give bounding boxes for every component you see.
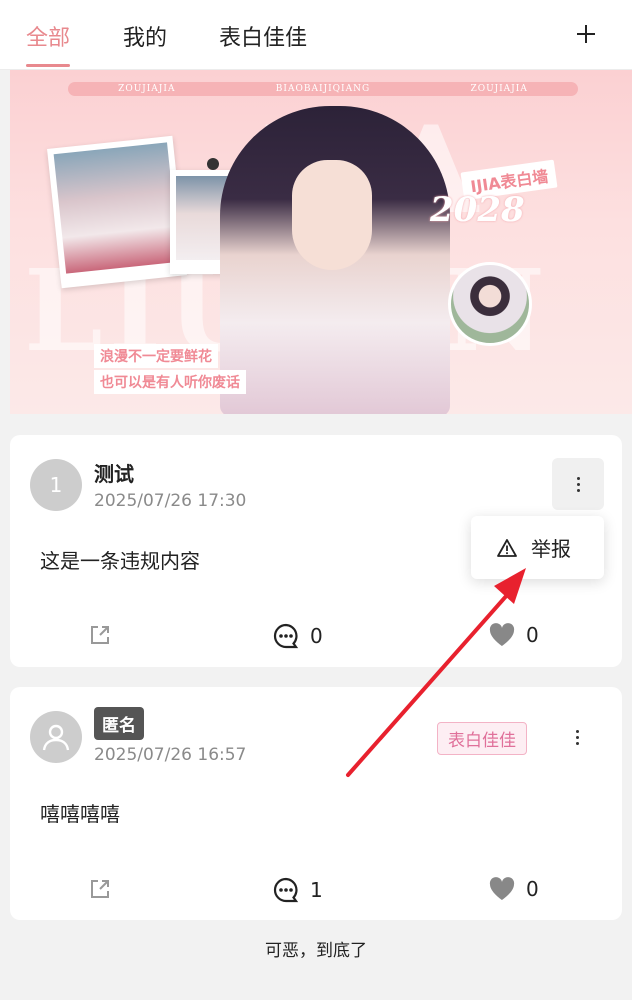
share-icon: [91, 626, 109, 644]
banner-strip-text: BIAOBAIJIQIANG: [275, 84, 371, 94]
top-tab-bar: 全部 我的 表白佳佳: [0, 0, 632, 70]
like-count: 0: [526, 623, 539, 647]
anonymous-badge: 匿名: [94, 707, 144, 740]
add-post-button[interactable]: [570, 18, 602, 50]
like-button[interactable]: 0: [488, 622, 539, 648]
report-menu-item[interactable]: 举报: [471, 516, 604, 579]
heart-icon: [489, 877, 515, 900]
post-time: 2025/07/26 16:57: [94, 745, 247, 765]
more-options-button[interactable]: [552, 458, 604, 510]
active-tab-indicator: [26, 64, 70, 67]
banner-strip: ZOUJIAJIA BIAOBAIJIQIANG ZOUJIAJIA: [68, 82, 578, 96]
tab-mine[interactable]: 我的: [123, 20, 167, 52]
more-vertical-icon: [576, 476, 580, 492]
banner-main-face: [292, 160, 372, 270]
comment-count: 0: [310, 624, 323, 648]
like-count: 0: [526, 877, 539, 901]
comment-icon: [273, 623, 299, 649]
end-of-list-text: 可恶，到底了: [265, 941, 367, 961]
banner-slogan-1: 浪漫不一定要鲜花: [94, 344, 218, 368]
report-label: 举报: [531, 537, 571, 561]
comment-button[interactable]: 0: [272, 622, 323, 650]
post-card: 匿名 2025/07/26 16:57 表白佳佳 嘻嘻嘻嘻 1 0: [10, 687, 622, 920]
pin-icon: [207, 158, 219, 170]
comment-button[interactable]: 1: [272, 876, 323, 904]
avatar[interactable]: [30, 711, 82, 763]
more-options-button[interactable]: [551, 711, 603, 763]
banner-photo-1: [47, 135, 187, 289]
tab-all[interactable]: 全部: [26, 20, 70, 52]
banner-slogan-2: 也可以是有人听你废话: [94, 370, 246, 394]
comment-icon: [273, 877, 299, 903]
post-content: 嘻嘻嘻嘻: [40, 802, 120, 826]
like-button[interactable]: 0: [488, 876, 539, 902]
post-author: 测试: [94, 462, 134, 486]
avatar[interactable]: 1: [30, 459, 82, 511]
tab-biaobai-jiajia[interactable]: 表白佳佳: [219, 20, 307, 52]
heart-icon: [489, 623, 515, 646]
topic-tag[interactable]: 表白佳佳: [437, 722, 527, 755]
user-icon: [42, 724, 70, 751]
banner-strip-text: ZOUJIAJIA: [118, 84, 176, 94]
banner-year: 2028: [430, 190, 525, 230]
banner: ZOUJIAJIA BIAOBAIJIQIANG ZOUJIAJIA JIA L…: [10, 70, 632, 414]
more-vertical-icon: [575, 729, 579, 745]
warning-icon: [497, 538, 517, 557]
share-icon: [91, 880, 109, 898]
banner-circle-photo: [448, 262, 532, 346]
banner-strip-text: ZOUJIAJIA: [470, 84, 528, 94]
share-button[interactable]: [88, 877, 112, 901]
post-time: 2025/07/26 17:30: [94, 491, 247, 511]
comment-count: 1: [310, 878, 323, 902]
share-button[interactable]: [88, 623, 112, 647]
post-content: 这是一条违规内容: [40, 549, 200, 573]
